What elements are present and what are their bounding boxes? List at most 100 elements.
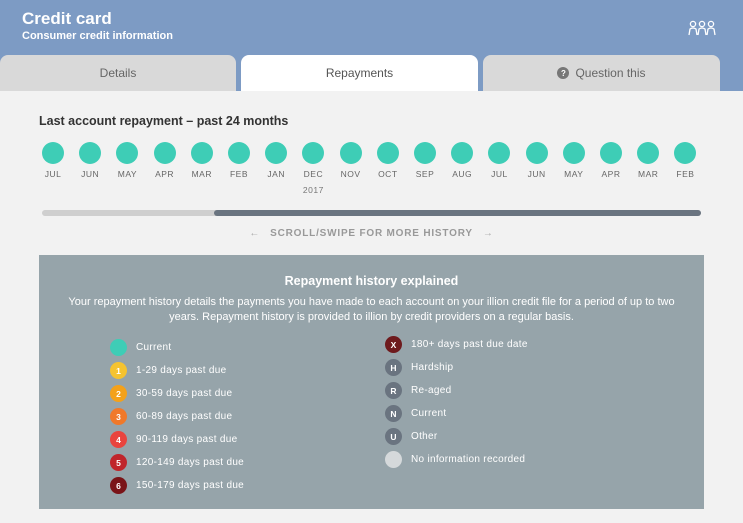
month-item[interactable]: SEP bbox=[405, 142, 445, 179]
legend-item: N Current bbox=[385, 402, 528, 425]
legend-badge: 6 bbox=[110, 477, 127, 494]
legend-badge: H bbox=[385, 359, 402, 376]
month-item[interactable]: FEB bbox=[665, 142, 705, 179]
month-label: JUL bbox=[491, 169, 508, 179]
legend-label: Re-aged bbox=[411, 385, 452, 396]
page-subtitle: Consumer credit information bbox=[22, 30, 173, 42]
repayment-status-dot[interactable] bbox=[228, 142, 250, 164]
repayment-status-dot[interactable] bbox=[79, 142, 102, 164]
month-label: MAR bbox=[191, 169, 212, 179]
legend-item: 2 30-59 days past due bbox=[110, 382, 244, 405]
repayment-status-dot[interactable] bbox=[339, 142, 362, 164]
people-group-icon[interactable] bbox=[688, 20, 716, 36]
repayment-status-dot[interactable] bbox=[600, 142, 622, 164]
scroll-hint[interactable]: ← SCROLL/SWIPE FOR MORE HISTORY → bbox=[0, 228, 743, 239]
month-label: APR bbox=[155, 169, 175, 179]
month-label: MAY bbox=[117, 169, 138, 179]
legend-label: 30-59 days past due bbox=[136, 388, 233, 399]
month-label: MAR bbox=[637, 169, 659, 179]
month-item[interactable]: JAN bbox=[256, 142, 296, 179]
repayment-status-dot[interactable] bbox=[116, 142, 139, 164]
month-label: JUN bbox=[81, 169, 100, 179]
legend-item: Current bbox=[110, 336, 244, 359]
month-label: JUL bbox=[44, 169, 62, 179]
legend-label: 60-89 days past due bbox=[136, 411, 233, 422]
legend-item: H Hardship bbox=[385, 356, 528, 379]
repayment-status-dot[interactable] bbox=[153, 142, 176, 164]
legend-label: 180+ days past due date bbox=[411, 339, 528, 350]
repayment-status-dot[interactable] bbox=[302, 142, 325, 164]
tab-details[interactable]: Details bbox=[0, 55, 236, 91]
month-item[interactable]: MAR bbox=[182, 142, 222, 179]
explained-text: Your repayment history details the payme… bbox=[68, 296, 675, 323]
history-scrollbar-thumb[interactable] bbox=[214, 210, 701, 216]
legend-item: 1 1-29 days past due bbox=[110, 359, 244, 382]
month-item[interactable]: JUL bbox=[33, 142, 73, 179]
arrow-left-icon: ← bbox=[249, 228, 261, 239]
month-item[interactable]: MAR bbox=[628, 142, 668, 179]
month-item[interactable]: APR bbox=[591, 142, 631, 179]
question-icon: ? bbox=[557, 67, 570, 79]
legend-badge: U bbox=[385, 428, 402, 445]
month-label: AUG bbox=[452, 169, 473, 179]
month-label: DEC bbox=[303, 169, 324, 179]
legend-label: 150-179 days past due bbox=[136, 480, 245, 491]
legend-label: Current bbox=[411, 408, 447, 419]
legend-badge bbox=[110, 339, 127, 356]
month-item[interactable]: MAY bbox=[554, 142, 594, 179]
month-item[interactable]: MAY bbox=[107, 142, 147, 179]
legend-label: 1-29 days past due bbox=[136, 365, 227, 376]
legend-badge: N bbox=[385, 405, 402, 422]
legend-label: Current bbox=[136, 342, 172, 353]
legend-label: 90-119 days past due bbox=[136, 434, 238, 445]
tab-question-this[interactable]: ? Question this bbox=[483, 55, 720, 91]
tab-question-label: Question this bbox=[575, 66, 646, 80]
repayment-status-dot[interactable] bbox=[414, 142, 436, 164]
month-item[interactable]: JUL bbox=[479, 142, 519, 179]
repayment-status-dot[interactable] bbox=[42, 142, 64, 164]
year-label: 2017 bbox=[302, 185, 324, 195]
legend-badge: 4 bbox=[110, 431, 127, 448]
page-title: Credit card bbox=[22, 9, 112, 28]
legend-badge: 2 bbox=[110, 385, 127, 402]
month-item[interactable]: AUG bbox=[442, 142, 482, 179]
legend-right-column: X 180+ days past due date H Hardship R Re-age… bbox=[385, 333, 528, 471]
month-item[interactable]: NOV bbox=[331, 142, 371, 179]
repayment-status-dot[interactable] bbox=[525, 142, 548, 164]
repayment-status-dot[interactable] bbox=[265, 142, 288, 164]
month-item[interactable]: JUN bbox=[517, 142, 557, 179]
month-label: OCT bbox=[378, 169, 398, 179]
repayment-status-dot[interactable] bbox=[674, 142, 697, 164]
repayment-status-dot[interactable] bbox=[637, 142, 660, 164]
month-label: SEP bbox=[415, 169, 435, 179]
month-item[interactable]: FEB bbox=[219, 142, 259, 179]
legend-item: 4 90-119 days past due bbox=[110, 428, 244, 451]
legend-badge: R bbox=[385, 382, 402, 399]
repayment-status-dot[interactable] bbox=[488, 142, 511, 164]
month-item[interactable]: APR bbox=[145, 142, 185, 179]
month-item[interactable]: OCT bbox=[368, 142, 408, 179]
legend-badge: 3 bbox=[110, 408, 127, 425]
month-label: MAY bbox=[564, 169, 584, 179]
legend-label: 120-149 days past due bbox=[136, 457, 245, 468]
legend-badge bbox=[385, 451, 402, 468]
month-item[interactable]: DEC 2017 bbox=[293, 142, 333, 195]
repayment-status-dot[interactable] bbox=[451, 142, 474, 164]
tab-repayments[interactable]: Repayments bbox=[241, 55, 478, 91]
repayment-status-dot[interactable] bbox=[190, 142, 213, 164]
month-label: NOV bbox=[340, 169, 361, 179]
legend-item: R Re-aged bbox=[385, 379, 528, 402]
month-item[interactable]: JUN bbox=[70, 142, 110, 179]
repayment-section-title: Last account repayment – past 24 months bbox=[39, 114, 289, 128]
repayment-status-dot[interactable] bbox=[562, 142, 585, 164]
history-scrollbar[interactable] bbox=[42, 210, 701, 216]
repayment-status-dot[interactable] bbox=[376, 142, 399, 164]
legend-item: 6 150-179 days past due bbox=[110, 474, 244, 497]
explained-title: Repayment history explained bbox=[284, 274, 459, 288]
repayment-history-explained: Repayment history explained Your repayme… bbox=[39, 255, 704, 509]
scroll-hint-label: SCROLL/SWIPE FOR MORE HISTORY bbox=[270, 228, 473, 239]
repayment-timeline[interactable]: JUL JUN MAY APR MAR FEB JAN DEC 2017 NOV OCT SEP AUG… bbox=[40, 142, 702, 202]
legend-label: No information recorded bbox=[411, 454, 526, 465]
month-label: JAN bbox=[267, 169, 285, 179]
arrow-right-icon: → bbox=[482, 228, 494, 239]
